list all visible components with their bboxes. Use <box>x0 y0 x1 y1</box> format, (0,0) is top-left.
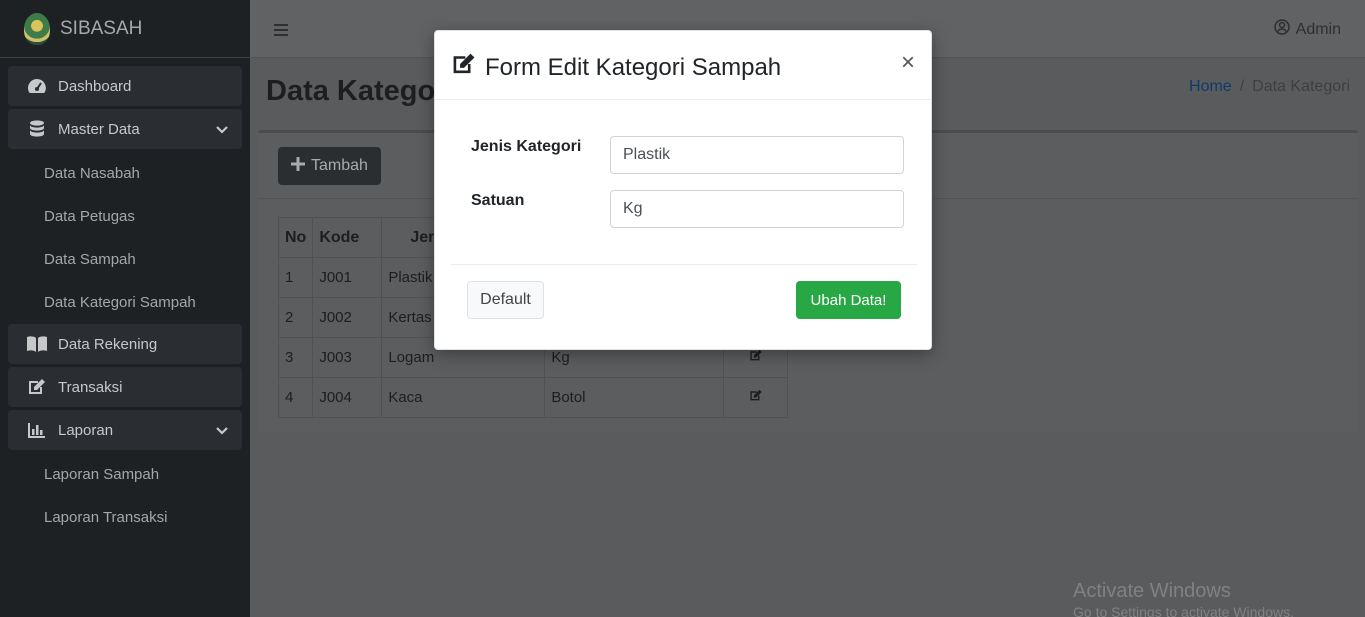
sidebar-item-label: Data Rekening <box>58 335 158 353</box>
cell-no: 4 <box>277 377 314 418</box>
sidebar-item-data-rekening[interactable]: Data Rekening <box>8 324 242 364</box>
sidebar-nav: Dashboard Master Data Data Nasabah Data … <box>0 58 250 539</box>
bar-chart-icon <box>26 421 48 439</box>
close-button[interactable]: × <box>901 49 915 77</box>
cell-kode: J002 <box>312 297 383 338</box>
breadcrumb-separator: / <box>1239 78 1245 95</box>
satuan-label: Satuan <box>471 192 525 209</box>
tachometer-icon <box>26 77 48 95</box>
jenis-kategori-label: Jenis Kategori <box>471 138 582 155</box>
chevron-down-icon <box>216 422 228 439</box>
edit-icon <box>749 389 763 406</box>
sidebar-item-laporan-sampah[interactable]: Laporan Sampah <box>8 453 242 496</box>
modal-divider <box>451 264 917 265</box>
sidebar-item-label: Transaksi <box>58 378 123 396</box>
jenis-kategori-input[interactable]: Plastik <box>610 136 904 174</box>
cell-kode: J004 <box>312 377 383 418</box>
submit-button[interactable]: Ubah Data! <box>796 281 901 319</box>
brand[interactable]: SIBASAH <box>0 0 250 58</box>
breadcrumb: Home / Data Kategori <box>1189 78 1350 96</box>
page-title: Data Katego <box>266 75 436 107</box>
database-icon <box>26 120 48 138</box>
sidebar: SIBASAH Dashboard Master Data Data Nasab… <box>0 0 250 617</box>
book-icon <box>26 335 48 353</box>
cell-satuan: Botol <box>544 377 725 418</box>
user-name: Admin <box>1295 20 1341 38</box>
regency-emblem-logo <box>24 12 50 45</box>
sidebar-item-label: Laporan <box>58 421 114 439</box>
edit-category-modal: Form Edit Kategori Sampah × Jenis Katego… <box>434 30 932 350</box>
user-menu[interactable]: Admin <box>1273 19 1341 40</box>
cell-jenis: Kaca <box>381 377 546 418</box>
edit-icon <box>26 378 48 396</box>
cell-no: 3 <box>277 337 314 378</box>
modal-title: Form Edit Kategori Sampah <box>451 52 781 83</box>
sidebar-item-laporan-transaksi[interactable]: Laporan Transaksi <box>8 496 242 539</box>
sidebar-item-transaksi[interactable]: Transaksi <box>8 367 242 407</box>
add-button-label: Tambah <box>311 157 368 174</box>
sidebar-item-label: Dashboard <box>58 77 132 95</box>
cell-no: 2 <box>277 297 314 338</box>
sidebar-item-master-data[interactable]: Master Data <box>8 109 242 149</box>
breadcrumb-home-link[interactable]: Home <box>1189 78 1232 95</box>
sidebar-item-label: Master Data <box>58 120 140 138</box>
edit-icon <box>749 349 763 366</box>
sidebar-item-data-petugas[interactable]: Data Petugas <box>8 195 242 238</box>
modal-header: Form Edit Kategori Sampah × <box>435 31 931 100</box>
breadcrumb-current: Data Kategori <box>1252 78 1350 95</box>
cell-kode: J003 <box>312 337 383 378</box>
windows-activation-subtext: Go to Settings to activate Windows. <box>1073 604 1294 617</box>
table-row: 4 J004 Kaca Botol <box>277 377 789 418</box>
add-button[interactable]: Tambah <box>278 147 381 185</box>
edit-icon <box>451 52 477 83</box>
cell-no: 1 <box>277 257 314 298</box>
user-circle-icon <box>1273 19 1290 40</box>
sidebar-item-dashboard[interactable]: Dashboard <box>8 66 242 106</box>
column-header-kode: Kode <box>312 217 383 258</box>
modal-title-text: Form Edit Kategori Sampah <box>485 53 782 81</box>
chevron-down-icon <box>216 121 228 138</box>
satuan-input[interactable]: Kg <box>610 190 904 228</box>
hamburger-menu-icon[interactable] <box>274 20 288 41</box>
sidebar-item-data-kategori-sampah[interactable]: Data Kategori Sampah <box>8 281 242 324</box>
windows-activation-watermark: Activate Windows <box>1073 580 1231 602</box>
brand-name: SIBASAH <box>60 17 143 39</box>
cell-kode: J001 <box>312 257 383 298</box>
column-header-jenis-label: Jen <box>410 228 438 246</box>
plus-icon <box>291 156 306 176</box>
edit-row-button[interactable] <box>723 377 789 418</box>
column-header-no: No <box>277 217 314 258</box>
sidebar-item-laporan[interactable]: Laporan <box>8 410 242 450</box>
sidebar-item-data-nasabah[interactable]: Data Nasabah <box>8 152 242 195</box>
sidebar-item-data-sampah[interactable]: Data Sampah <box>8 238 242 281</box>
default-button[interactable]: Default <box>467 281 544 319</box>
